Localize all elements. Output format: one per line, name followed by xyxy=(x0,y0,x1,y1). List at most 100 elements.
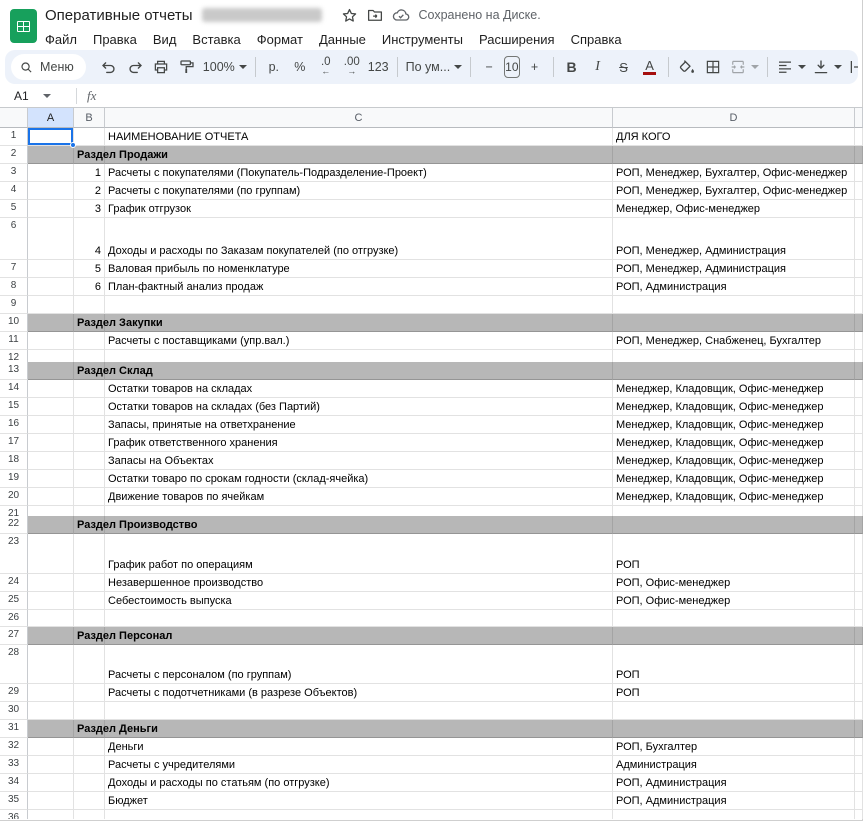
cell-D7[interactable]: РОП, Менеджер, Администрация xyxy=(613,260,855,278)
cell-D6[interactable]: РОП, Менеджер, Администрация xyxy=(613,218,855,260)
cell-B16[interactable] xyxy=(74,416,105,434)
row-header-29[interactable]: 29 xyxy=(0,684,28,702)
cell-D14[interactable]: Менеджер, Кладовщик, Офис-менеджер xyxy=(613,380,855,398)
row-header-32[interactable]: 32 xyxy=(0,738,28,756)
row-header-26[interactable]: 26 xyxy=(0,610,28,627)
cell-A20[interactable] xyxy=(28,488,74,506)
cell-B35[interactable] xyxy=(74,792,105,810)
cell-A13[interactable] xyxy=(28,362,74,380)
number-format-button[interactable]: 123 xyxy=(365,54,392,80)
format-percent-button[interactable]: % xyxy=(287,54,313,80)
cell-A29[interactable] xyxy=(28,684,74,702)
cell-D9[interactable] xyxy=(613,296,855,314)
row-header-23[interactable]: 23 xyxy=(0,534,28,574)
row-header-30[interactable]: 30 xyxy=(0,702,28,720)
cell-A23[interactable] xyxy=(28,534,74,574)
cell-D29[interactable]: РОП xyxy=(613,684,855,702)
cell-C30[interactable] xyxy=(105,702,613,720)
menu-format[interactable]: Формат xyxy=(249,32,311,47)
row-header-19[interactable]: 19 xyxy=(0,470,28,488)
cell-C34[interactable]: Доходы и расходы по статьям (по отгрузке… xyxy=(105,774,613,792)
print-button[interactable] xyxy=(148,54,174,80)
cell-C17[interactable]: График ответственного хранения xyxy=(105,434,613,452)
row-header-8[interactable]: 8 xyxy=(0,278,28,296)
redo-button[interactable] xyxy=(122,54,148,80)
cell-B9[interactable] xyxy=(74,296,105,314)
cell-C36[interactable] xyxy=(105,810,613,819)
cell-D15[interactable]: Менеджер, Кладовщик, Офис-менеджер xyxy=(613,398,855,416)
cell-D33[interactable]: Администрация xyxy=(613,756,855,774)
cell-D17[interactable]: Менеджер, Кладовщик, Офис-менеджер xyxy=(613,434,855,452)
fill-handle[interactable] xyxy=(70,142,76,148)
cell-D4[interactable]: РОП, Менеджер, Бухгалтер, Офис-менеджер xyxy=(613,182,855,200)
cell-C13[interactable] xyxy=(105,362,613,380)
cell-A26[interactable] xyxy=(28,610,74,627)
cell-D10[interactable] xyxy=(613,314,855,332)
cell-A15[interactable] xyxy=(28,398,74,416)
row-header-24[interactable]: 24 xyxy=(0,574,28,592)
cell-A11[interactable] xyxy=(28,332,74,350)
cell-B23[interactable] xyxy=(74,534,105,574)
row-header-27[interactable]: 27 xyxy=(0,627,28,645)
increase-font-size-button[interactable]: + xyxy=(522,54,548,80)
cell-D25[interactable]: РОП, Офис-менеджер xyxy=(613,592,855,610)
cell-D20[interactable]: Менеджер, Кладовщик, Офис-менеджер xyxy=(613,488,855,506)
cell-B33[interactable] xyxy=(74,756,105,774)
cell-B7[interactable]: 5 xyxy=(74,260,105,278)
cell-B36[interactable] xyxy=(74,810,105,819)
cell-C25[interactable]: Себестоимость выпуска xyxy=(105,592,613,610)
cell-C20[interactable]: Движение товаров по ячейкам xyxy=(105,488,613,506)
cell-B32[interactable] xyxy=(74,738,105,756)
cell-C18[interactable]: Запасы на Объектах xyxy=(105,452,613,470)
text-wrapping-button[interactable] xyxy=(845,54,858,80)
cell-A22[interactable] xyxy=(28,516,74,534)
cell-B27[interactable]: Раздел Персонал xyxy=(74,627,105,645)
name-box[interactable]: A1 xyxy=(14,89,70,103)
decrease-font-size-button[interactable]: − xyxy=(476,54,502,80)
cell-B19[interactable] xyxy=(74,470,105,488)
cell-A2[interactable] xyxy=(28,146,74,164)
cell-B1[interactable] xyxy=(74,128,105,146)
row-header-11[interactable]: 11 xyxy=(0,332,28,350)
cell-C29[interactable]: Расчеты с подотчетниками (в разрезе Объе… xyxy=(105,684,613,702)
row-header-13[interactable]: 13 xyxy=(0,362,28,380)
cell-C19[interactable]: Остатки товаро по срокам годности (склад… xyxy=(105,470,613,488)
cell-C7[interactable]: Валовая прибыль по номенклатуре xyxy=(105,260,613,278)
undo-button[interactable] xyxy=(96,54,122,80)
menu-insert[interactable]: Вставка xyxy=(184,32,248,47)
menu-help[interactable]: Справка xyxy=(563,32,630,47)
cell-A19[interactable] xyxy=(28,470,74,488)
row-header-10[interactable]: 10 xyxy=(0,314,28,332)
cell-C3[interactable]: Расчеты с покупателями (Покупатель-Подра… xyxy=(105,164,613,182)
cell-B15[interactable] xyxy=(74,398,105,416)
row-header-17[interactable]: 17 xyxy=(0,434,28,452)
row-header-7[interactable]: 7 xyxy=(0,260,28,278)
row-header-6[interactable]: 6 xyxy=(0,218,28,260)
format-currency-button[interactable]: р. xyxy=(261,54,287,80)
borders-button[interactable] xyxy=(700,54,726,80)
menu-tools[interactable]: Инструменты xyxy=(374,32,471,47)
fill-color-button[interactable] xyxy=(674,54,700,80)
cell-B26[interactable] xyxy=(74,610,105,627)
cell-C26[interactable] xyxy=(105,610,613,627)
cell-C15[interactable]: Остатки товаров на складах (без Партий) xyxy=(105,398,613,416)
cell-B34[interactable] xyxy=(74,774,105,792)
decrease-decimal-button[interactable]: .0← xyxy=(313,54,339,80)
cell-A1[interactable] xyxy=(28,128,74,146)
cell-A16[interactable] xyxy=(28,416,74,434)
cell-A5[interactable] xyxy=(28,200,74,218)
row-header-18[interactable]: 18 xyxy=(0,452,28,470)
cell-D5[interactable]: Менеджер, Офис-менеджер xyxy=(613,200,855,218)
italic-button[interactable]: I xyxy=(585,54,611,80)
row-header-2[interactable]: 2 xyxy=(0,146,28,164)
cell-A31[interactable] xyxy=(28,720,74,738)
cell-C9[interactable] xyxy=(105,296,613,314)
cell-A33[interactable] xyxy=(28,756,74,774)
cell-D23[interactable]: РОП xyxy=(613,534,855,574)
col-header-d[interactable]: D xyxy=(613,108,855,128)
cell-D2[interactable] xyxy=(613,146,855,164)
cell-D32[interactable]: РОП, Бухгалтер xyxy=(613,738,855,756)
cell-B20[interactable] xyxy=(74,488,105,506)
cell-C33[interactable]: Расчеты с учредителями xyxy=(105,756,613,774)
font-size-input[interactable]: 10 xyxy=(504,56,519,78)
